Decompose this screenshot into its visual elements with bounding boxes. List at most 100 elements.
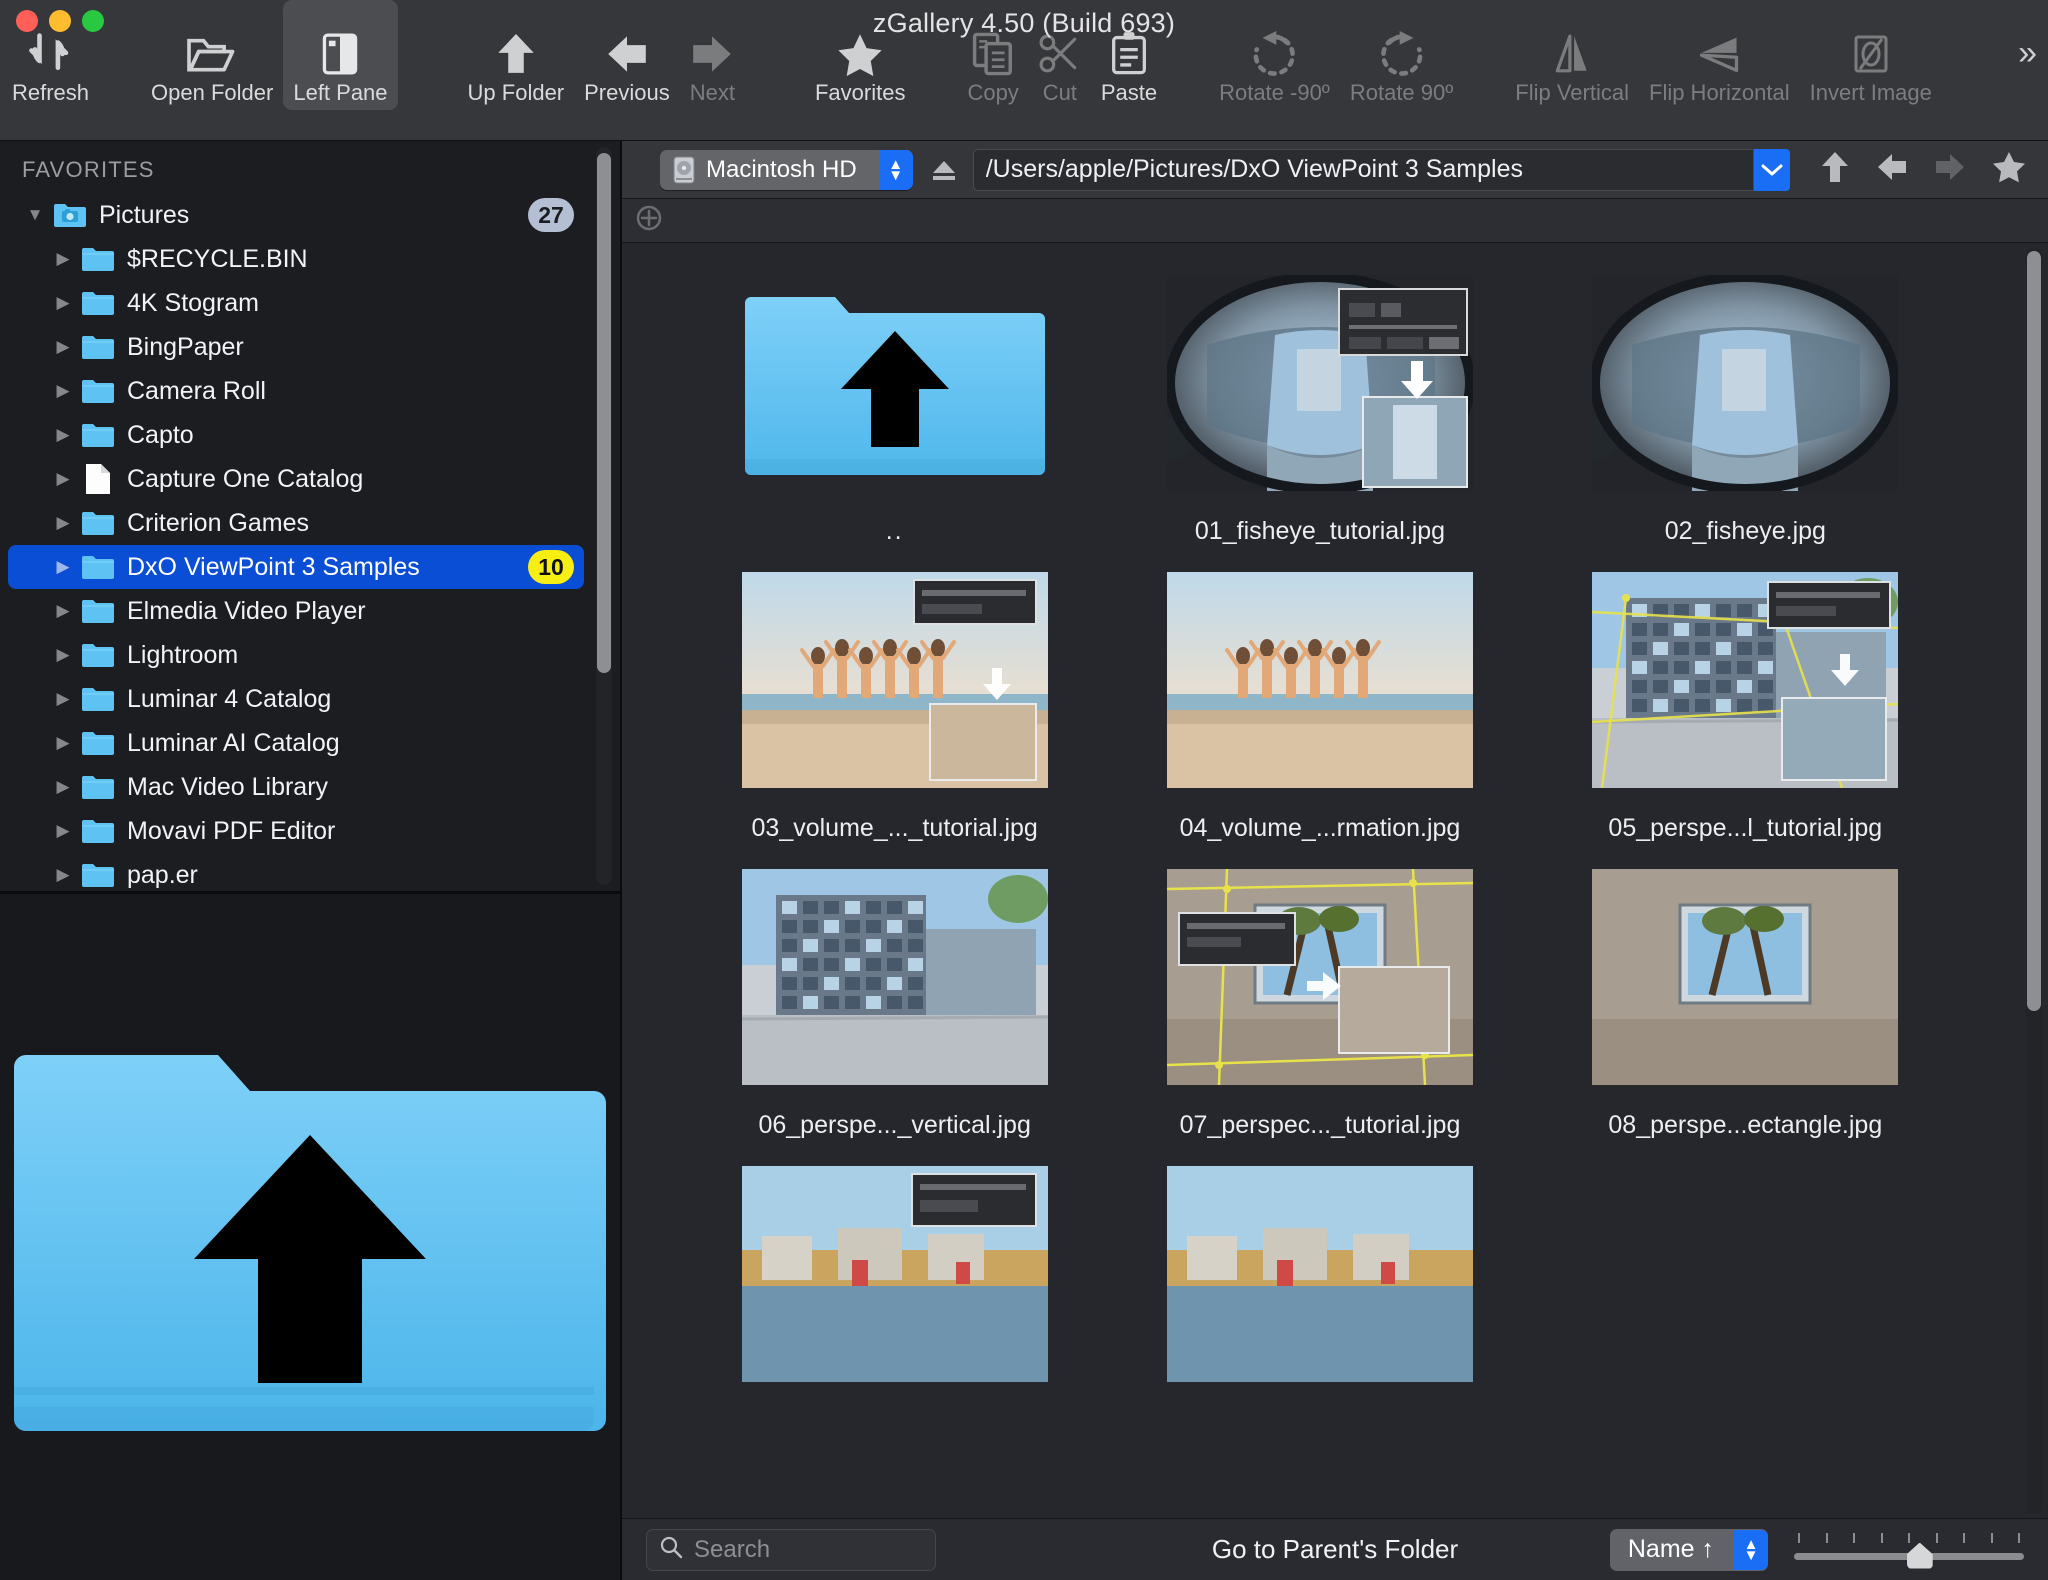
zoom-button[interactable] — [82, 10, 104, 32]
toolbar-button-left-pane[interactable]: Left Pane — [283, 0, 398, 110]
sidebar-item-camera-roll[interactable]: ▶ Camera Roll — [8, 369, 584, 413]
thumbnail-image[interactable] — [1166, 869, 1473, 1085]
toolbar-button-rotate-90[interactable]: Rotate 90º — [1340, 0, 1463, 110]
thumbnail-cell[interactable]: 01_fisheye_tutorial.jpg — [1107, 275, 1532, 546]
add-favorite-button[interactable] — [1992, 151, 2026, 188]
toolbar-button-cut[interactable]: Cut — [1029, 0, 1091, 110]
parent-folder-icon[interactable] — [742, 275, 1048, 491]
toolbar-button-invert-image[interactable]: Invert Image — [1800, 0, 1942, 110]
thumbnail-image[interactable] — [1592, 275, 1899, 491]
drive-stepper[interactable]: ▲ ▼ — [878, 149, 913, 190]
chevron-right-icon[interactable]: ▶ — [48, 821, 78, 841]
chevron-down-icon[interactable]: ▼ — [20, 205, 50, 225]
sidebar-item-label: DxO ViewPoint 3 Samples — [127, 552, 420, 581]
close-button[interactable] — [16, 10, 38, 32]
main-split: FAVORITES ▼ Pictures 27 ▶ $RECYCLE.BIN ▶ 4K St… — [0, 141, 2048, 1580]
sidebar-item-label: Criterion Games — [127, 508, 309, 537]
plus-circle-icon[interactable] — [636, 205, 662, 236]
chevron-right-icon[interactable]: ▶ — [48, 293, 78, 313]
chevron-right-icon[interactable]: ▶ — [48, 645, 78, 665]
grid-scrollbar-thumb[interactable] — [2027, 251, 2041, 1011]
go-forward-button[interactable] — [1934, 152, 1966, 187]
chevron-right-icon[interactable]: ▶ — [48, 337, 78, 357]
go-up-button[interactable] — [1820, 150, 1850, 189]
left-arrow-icon — [606, 30, 648, 78]
thumbnail-cell[interactable]: 04_volume_...rmation.jpg — [1107, 572, 1532, 843]
chevron-right-icon[interactable]: ▶ — [48, 865, 78, 885]
thumbnail-cell[interactable]: 07_perspec..._tutorial.jpg — [1107, 869, 1532, 1140]
sidebar-item-elmedia-video-player[interactable]: ▶ Elmedia Video Player — [8, 589, 584, 633]
toolbar-button-next[interactable]: Next — [680, 0, 745, 110]
drive-selector[interactable]: Macintosh HD ▲ ▼ — [660, 149, 913, 190]
sidebar-item-mac-video-library[interactable]: ▶ Mac Video Library — [8, 765, 584, 809]
go-back-button[interactable] — [1876, 152, 1908, 187]
chevron-right-icon[interactable]: ▶ — [48, 249, 78, 269]
sidebar-item-movavi-pdf-editor[interactable]: ▶ Movavi PDF Editor — [8, 809, 584, 853]
chevron-right-icon[interactable]: ▶ — [48, 777, 78, 797]
chevron-right-icon[interactable]: ▶ — [48, 381, 78, 401]
chevron-right-icon[interactable]: ▶ — [48, 733, 78, 753]
minimize-button[interactable] — [49, 10, 71, 32]
chevron-right-icon[interactable]: ▶ — [48, 601, 78, 621]
toolbar-button-label: Next — [689, 80, 735, 105]
toolbar-overflow-icon[interactable]: » — [2018, 36, 2037, 70]
thumbnail-image[interactable] — [1166, 1166, 1473, 1382]
path-dropdown-button[interactable] — [1754, 148, 1790, 191]
thumbnail-image[interactable] — [1166, 572, 1473, 788]
thumbnail-cell[interactable]: 06_perspe..._vertical.jpg — [682, 869, 1107, 1140]
chevron-right-icon[interactable]: ▶ — [48, 513, 78, 533]
sidebar-item-pictures[interactable]: ▼ Pictures 27 — [8, 193, 584, 237]
toolbar-button-copy[interactable]: Copy — [957, 0, 1028, 110]
sidebar-item-lightroom[interactable]: ▶ Lightroom — [8, 633, 584, 677]
flip-horizontal-icon — [1696, 30, 1742, 78]
toolbar-button-up-folder[interactable]: Up Folder — [458, 0, 575, 110]
eject-icon[interactable] — [929, 156, 959, 184]
toolbar-button-flip-vertical[interactable]: Flip Vertical — [1505, 0, 1639, 110]
sort-stepper[interactable]: ▲ ▼ — [1734, 1529, 1768, 1570]
sidebar-item-dxo-viewpoint-3-samples[interactable]: ▶ DxO ViewPoint 3 Samples 10 — [8, 545, 584, 589]
path-input[interactable]: /Users/apple/Pictures/DxO ViewPoint 3 Sa… — [972, 148, 1754, 191]
thumbnail-cell[interactable]: .. — [682, 275, 1107, 546]
thumbnail-image[interactable] — [1166, 275, 1473, 491]
thumbnail-image[interactable] — [1592, 869, 1899, 1085]
thumbnail-size-slider[interactable] — [1794, 1529, 2024, 1571]
sidebar-item-luminar-ai-catalog[interactable]: ▶ Luminar AI Catalog — [8, 721, 584, 765]
thumbnail-image[interactable] — [741, 1166, 1048, 1382]
chevron-right-icon[interactable]: ▶ — [48, 469, 78, 489]
sidebar-item-pap-er[interactable]: ▶ pap.er — [8, 853, 584, 891]
thumbnail-cell[interactable]: 05_perspe...l_tutorial.jpg — [1533, 572, 1958, 843]
thumbnail-cell[interactable]: 02_fisheye.jpg — [1533, 275, 1958, 546]
favorites-section-header: FAVORITES — [22, 157, 155, 182]
chevron-right-icon[interactable]: ▶ — [48, 557, 78, 577]
tree-scrollbar[interactable] — [596, 147, 612, 885]
thumbnail-cell[interactable] — [1107, 1166, 1532, 1408]
tree-scrollbar-thumb[interactable] — [597, 153, 611, 673]
sidebar-item-recycle-bin[interactable]: ▶ $RECYCLE.BIN — [8, 237, 584, 281]
sidebar-item-bingpaper[interactable]: ▶ BingPaper — [8, 325, 584, 369]
slider-thumb[interactable] — [1906, 1542, 1933, 1569]
grid-scrollbar[interactable] — [2026, 247, 2042, 1514]
toolbar-button-favorites[interactable]: Favorites — [805, 0, 915, 110]
sidebar-item-luminar-4-catalog[interactable]: ▶ Luminar 4 Catalog — [8, 677, 584, 721]
chevron-right-icon[interactable]: ▶ — [48, 425, 78, 445]
search-placeholder: Search — [694, 1535, 771, 1563]
thumbnail-cell[interactable]: 08_perspe...ectangle.jpg — [1533, 869, 1958, 1140]
thumbnail-image[interactable] — [741, 572, 1048, 788]
toolbar-button-previous[interactable]: Previous — [574, 0, 680, 110]
toolbar-button-rotate-minus-90[interactable]: Rotate -90º — [1209, 0, 1340, 110]
toolbar-button-open-folder[interactable]: Open Folder — [141, 0, 283, 110]
thumbnail-cell[interactable] — [682, 1166, 1107, 1408]
sidebar-item-criterion-games[interactable]: ▶ Criterion Games — [8, 501, 584, 545]
thumbnail-cell[interactable]: 03_volume_..._tutorial.jpg — [682, 572, 1107, 843]
sidebar-item-4k-stogram[interactable]: ▶ 4K Stogram — [8, 281, 584, 325]
thumbnail-image[interactable] — [1592, 572, 1899, 788]
toolbar-button-flip-horizontal[interactable]: Flip Horizontal — [1639, 0, 1800, 110]
refresh-icon — [28, 30, 74, 78]
chevron-right-icon[interactable]: ▶ — [48, 689, 78, 709]
toolbar-button-paste[interactable]: Paste — [1091, 0, 1167, 110]
sidebar-item-capto[interactable]: ▶ Capto — [8, 413, 584, 457]
thumbnail-image[interactable] — [741, 869, 1048, 1085]
sort-selector[interactable]: Name ↑ ▲ ▼ — [1609, 1528, 1768, 1571]
search-input[interactable]: Search — [646, 1528, 936, 1571]
sidebar-item-capture-one-catalog[interactable]: ▶ Capture One Catalog — [8, 457, 584, 501]
